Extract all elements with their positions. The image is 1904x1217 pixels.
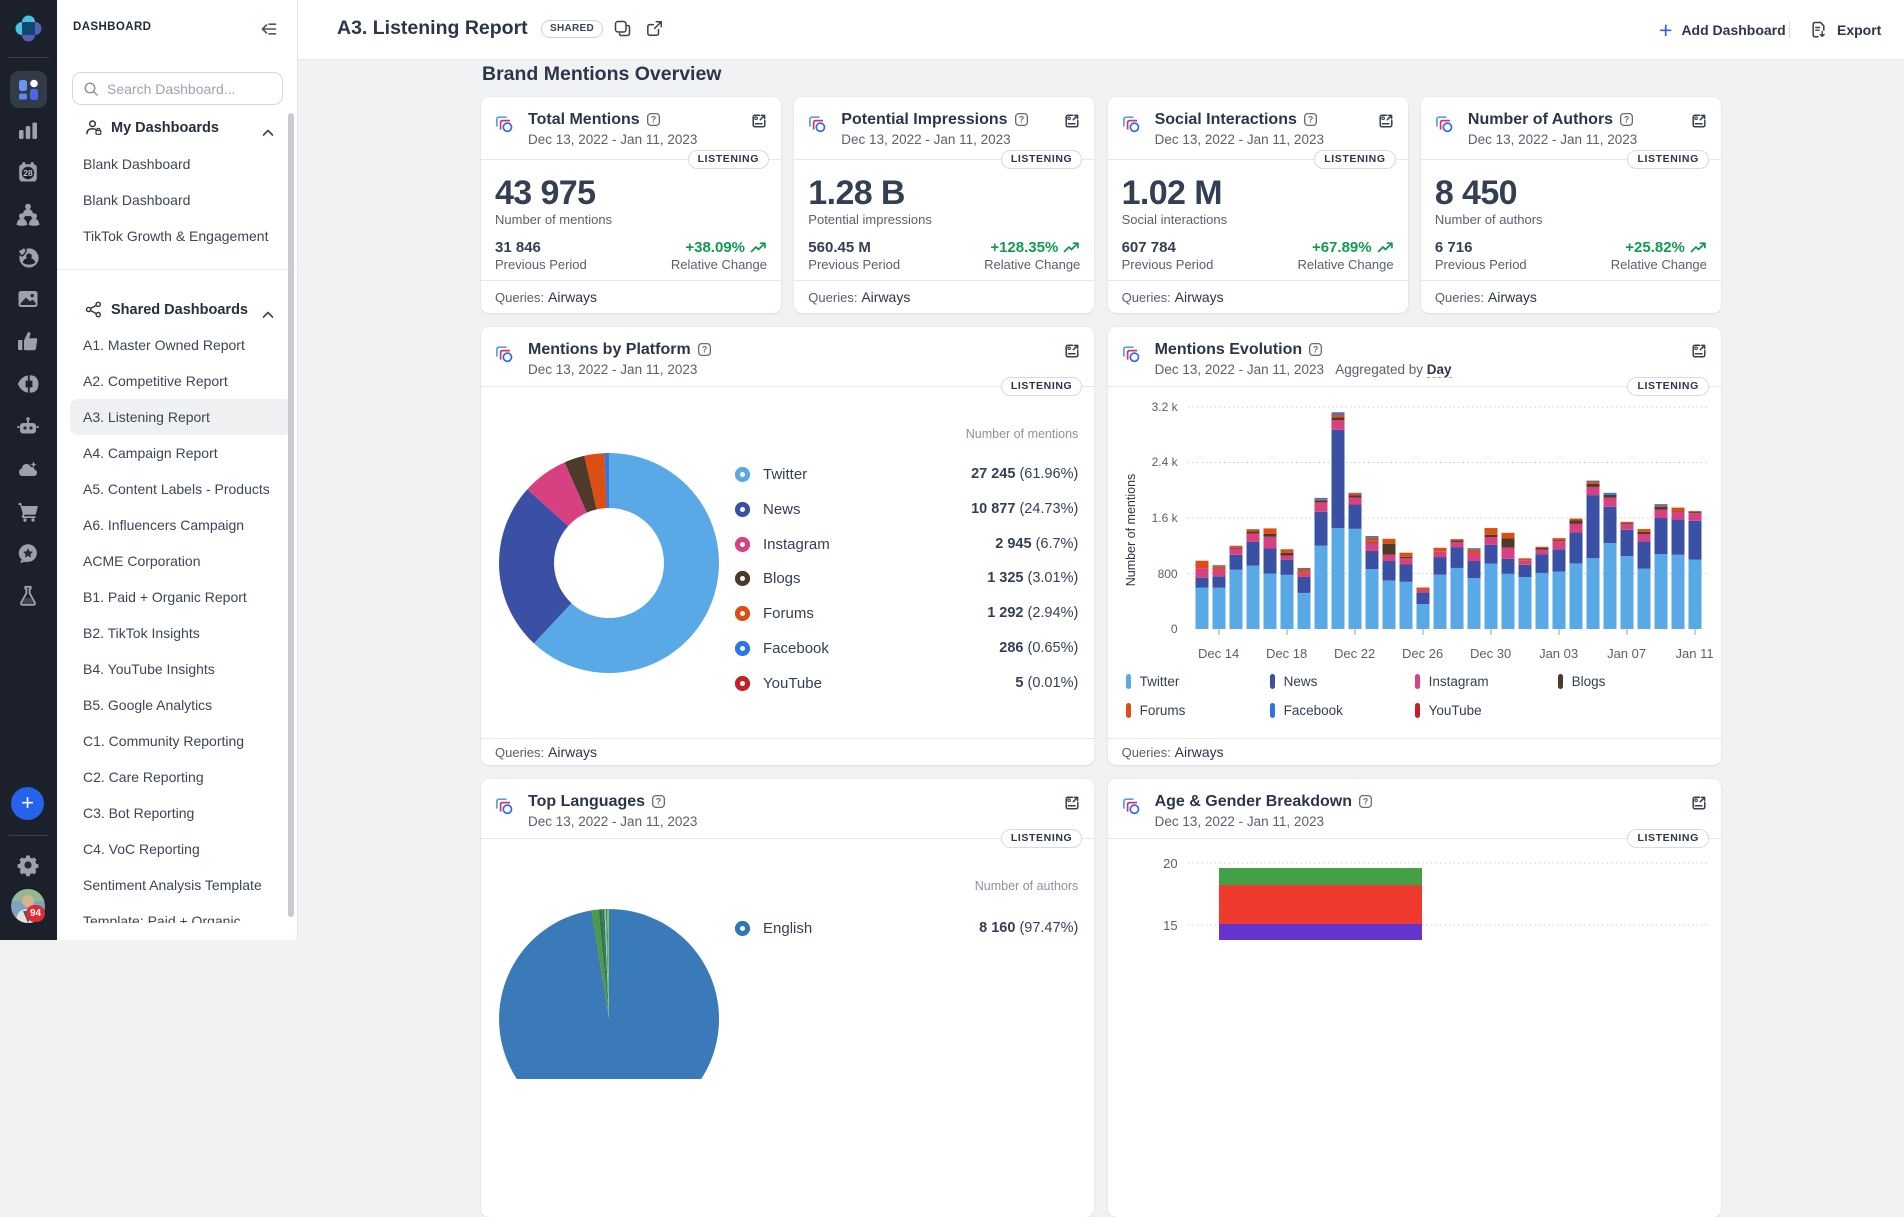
svg-text:?: ? [1018,115,1023,125]
svg-text:?: ? [1308,115,1313,125]
svg-text:?: ? [651,115,656,125]
svg-text:28: 28 [23,168,33,178]
svg-text:?: ? [1624,115,1629,125]
